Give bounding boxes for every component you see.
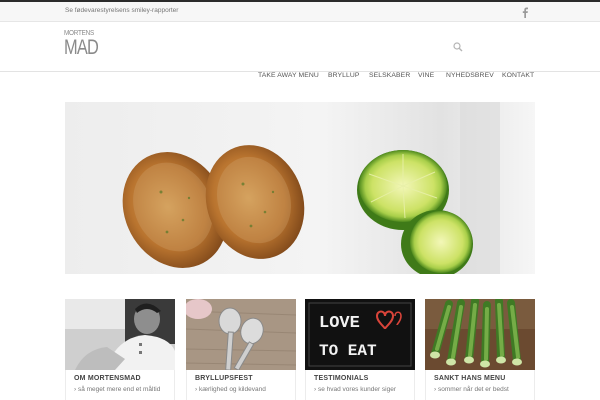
card-body: TESTIMONIALS › se hvad vores kunder sige… xyxy=(305,370,415,400)
card-subtitle: › se hvad vores kunder siger xyxy=(314,386,397,393)
site-logo[interactable]: MORTENS MAD xyxy=(64,26,99,70)
card-testimonials[interactable]: LOVE TO EAT TESTIMONIALS › se hvad vores… xyxy=(305,299,415,400)
card-subtitle: › sommer når det er bedst xyxy=(434,386,509,393)
feature-cards: OM MORTENSMAD › så meget mere end et mål… xyxy=(65,299,535,400)
card-title[interactable]: TESTIMONIALS xyxy=(314,375,369,382)
nav-item-selskaber[interactable]: SELSKABER xyxy=(369,72,410,79)
nav-item-bryllup[interactable]: BRYLLUP xyxy=(328,72,360,79)
card-body: SANKT HANS MENU › sommer når det er beds… xyxy=(425,370,535,400)
card-body: OM MORTENSMAD › så meget mere end et mål… xyxy=(65,370,175,400)
card-body: BRYLLUPSFEST › kærlighed og kildevand xyxy=(186,370,296,400)
facebook-icon[interactable] xyxy=(520,5,530,18)
card-title[interactable]: OM MORTENSMAD xyxy=(74,375,141,382)
top-bar: Se fødevarestyrelsens smiley-rapporter xyxy=(0,2,600,22)
search-icon[interactable] xyxy=(453,39,463,52)
site-header: MORTENS MAD xyxy=(0,23,600,72)
card-title[interactable]: SANKT HANS MENU xyxy=(434,375,505,382)
logo-line-2: MAD xyxy=(64,36,99,59)
nav-item-vine[interactable]: VINE xyxy=(418,72,434,79)
smiley-report-link[interactable]: Se fødevarestyrelsens smiley-rapporter xyxy=(65,7,178,14)
nav-item-nyhedsbrev[interactable]: NYHEDSBREV xyxy=(446,72,494,79)
card-image-chef[interactable] xyxy=(65,299,175,370)
card-image-love-to-eat[interactable]: LOVE TO EAT xyxy=(305,299,415,370)
card-image-asparagus[interactable] xyxy=(425,299,535,370)
hero-image-fritters-and-lime xyxy=(65,102,535,274)
nav-item-kontakt[interactable]: KONTAKT xyxy=(502,72,534,79)
card-bryllupsfest[interactable]: BRYLLUPSFEST › kærlighed og kildevand xyxy=(186,299,296,400)
card-title[interactable]: BRYLLUPSFEST xyxy=(195,375,253,382)
card-om-mortensmad[interactable]: OM MORTENSMAD › så meget mere end et mål… xyxy=(65,299,175,400)
card-sankt-hans-menu[interactable]: SANKT HANS MENU › sommer når det er beds… xyxy=(425,299,535,400)
card-subtitle: › så meget mere end et måltid xyxy=(74,386,161,393)
card-image-spoons[interactable] xyxy=(186,299,296,370)
card-subtitle: › kærlighed og kildevand xyxy=(195,386,266,393)
love-text: LOVE xyxy=(319,314,360,333)
nav-item-take-away-menu[interactable]: TAKE AWAY MENU xyxy=(258,72,319,79)
to-eat-text: TO EAT xyxy=(319,342,377,360)
